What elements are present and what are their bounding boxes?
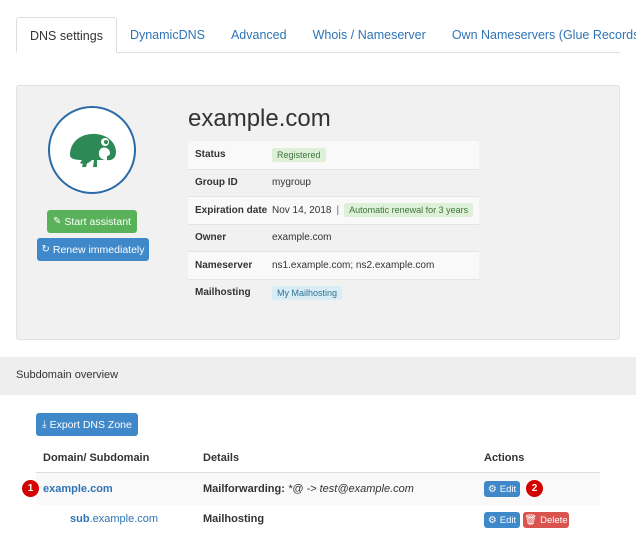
tab-advanced[interactable]: Advanced: [218, 17, 300, 53]
gear-icon: ⚙: [487, 483, 497, 495]
mailhosting-badge[interactable]: My Mailhosting: [272, 285, 343, 300]
info-label: Status: [195, 149, 226, 161]
info-row-nameserver: Nameserver ns1.example.com; ns2.example.…: [188, 251, 479, 279]
info-row-expiration: Expiration date Nov 14, 2018 | Automatic…: [188, 196, 479, 224]
domain-panel: ✎ Start assistant ↻ Renew immediately ex…: [16, 85, 620, 340]
info-value: mygroup: [272, 177, 311, 189]
tab-own-nameservers[interactable]: Own Nameservers (Glue Records): [439, 17, 636, 53]
tab-bar: DNS settings DynamicDNS Advanced Whois /…: [16, 17, 636, 53]
tab-dynamicdns[interactable]: DynamicDNS: [117, 17, 218, 53]
expiration-date: Nov 14, 2018: [272, 204, 332, 216]
column-header-details: Details: [203, 452, 240, 464]
details-cell: Mailforwarding: *@ -> test@example.com: [203, 483, 414, 495]
info-label: Owner: [195, 232, 227, 244]
start-assistant-button[interactable]: ✎ Start assistant: [47, 210, 137, 233]
separator: |: [336, 204, 340, 216]
marker-badge: 2: [526, 480, 543, 497]
export-dns-zone-button[interactable]: ⤓ Export DNS Zone: [36, 413, 138, 436]
edit-button[interactable]: ⚙ Edit: [484, 512, 520, 528]
subdomain-section-header: Subdomain overview: [0, 357, 636, 395]
domain-title: example.com: [188, 105, 331, 132]
tab-whois-nameserver[interactable]: Whois / Nameserver: [300, 17, 439, 53]
details-label: Mailforwarding:: [203, 483, 285, 495]
subdomain-suffix: .example.com: [89, 513, 159, 525]
details-label: Mailhosting: [203, 513, 265, 525]
info-row-group: Group ID mygroup: [188, 168, 479, 197]
domain-info-table: Status Registered Group ID mygroup Expir…: [188, 141, 479, 306]
domain-link[interactable]: example.com: [43, 483, 113, 495]
info-label: Group ID: [195, 177, 238, 189]
column-header-domain: Domain/ Subdomain: [43, 452, 150, 464]
delete-button[interactable]: 🗑 Delete: [523, 512, 569, 528]
info-label: Nameserver: [195, 259, 253, 271]
renewal-badge: Automatic renewal for 3 years: [344, 203, 474, 218]
chameleon-logo-icon: [70, 133, 116, 167]
marker-badge: 1: [22, 480, 39, 497]
trash-icon: 🗑: [524, 514, 538, 526]
refresh-icon: ↻: [41, 244, 50, 255]
section-title: Subdomain overview: [16, 369, 119, 381]
info-label: Expiration date: [195, 204, 268, 216]
wand-icon: ✎: [53, 216, 62, 227]
column-header-actions: Actions: [484, 452, 525, 464]
domain-logo: [48, 106, 136, 194]
subdomain-link[interactable]: sub.example.com: [70, 513, 158, 525]
info-label: Mailhosting: [195, 287, 251, 299]
edit-button[interactable]: ⚙ Edit: [484, 481, 520, 497]
info-value: example.com: [272, 232, 332, 244]
gear-icon: ⚙: [487, 514, 497, 526]
renew-immediately-button[interactable]: ↻ Renew immediately: [37, 238, 149, 261]
info-value: ns1.example.com; ns2.example.com: [272, 259, 435, 271]
subdomain-prefix: sub: [70, 513, 90, 525]
download-icon: ⤓: [42, 419, 47, 430]
info-row-owner: Owner example.com: [188, 223, 479, 252]
details-value: *@ -> test@example.com: [287, 483, 414, 495]
info-row-status: Status Registered: [188, 141, 479, 169]
tab-dns-settings[interactable]: DNS settings: [16, 17, 117, 53]
info-row-mailhosting: Mailhosting My Mailhosting: [188, 278, 479, 307]
status-badge: Registered: [272, 147, 326, 162]
